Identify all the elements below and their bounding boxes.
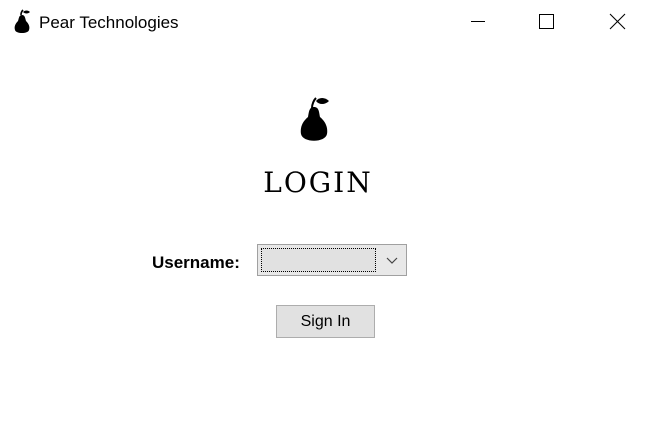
username-combobox[interactable] — [257, 244, 407, 276]
username-label: Username: — [152, 253, 240, 272]
title-bar[interactable]: Pear Technologies — [0, 0, 650, 44]
login-heading: LOGIN — [263, 166, 373, 199]
pear-icon — [12, 9, 32, 35]
pear-logo-icon — [297, 95, 333, 145]
close-button[interactable] — [581, 0, 650, 44]
sign-in-button[interactable]: Sign In — [276, 305, 375, 338]
maximize-button[interactable] — [511, 0, 581, 44]
minimize-button[interactable] — [443, 0, 513, 44]
username-field[interactable] — [261, 248, 376, 272]
chevron-down-icon[interactable] — [380, 247, 404, 273]
window-title: Pear Technologies — [39, 13, 179, 32]
login-window: Pear Technologies LOGIN Username: Sign I… — [0, 0, 650, 437]
